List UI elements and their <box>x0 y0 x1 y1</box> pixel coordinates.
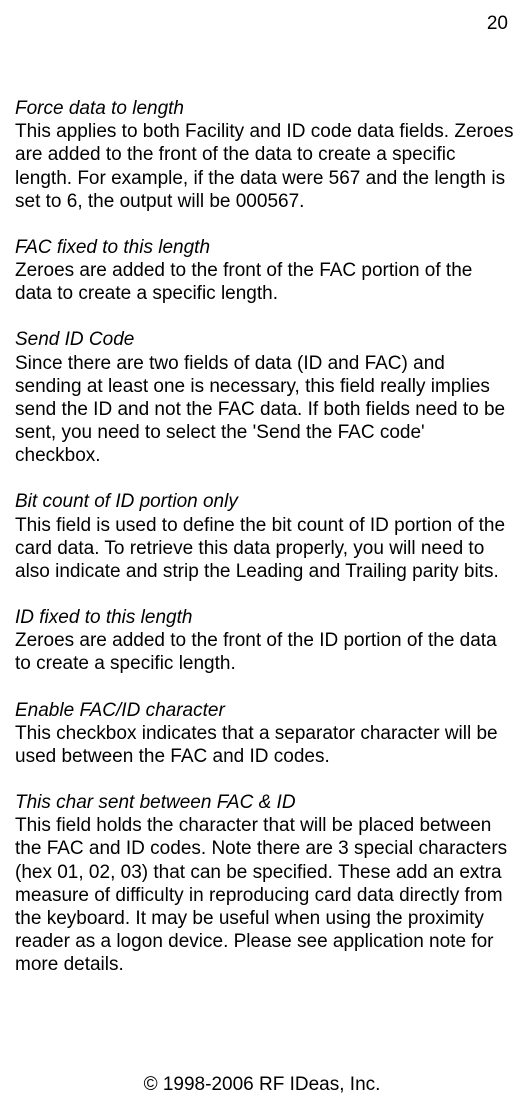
section-force-data-to-length: Force data to length This applies to bot… <box>15 97 514 213</box>
section-heading: FAC fixed to this length <box>15 236 514 259</box>
section-char-between-fac-id: This char sent between FAC & ID This fie… <box>15 791 514 976</box>
section-heading: Force data to length <box>15 97 514 120</box>
section-heading: Bit count of ID portion only <box>15 490 514 513</box>
document-content: Force data to length This applies to bot… <box>15 97 514 977</box>
section-body: This field holds the character that will… <box>15 814 514 976</box>
page-number: 20 <box>487 12 508 35</box>
section-body: This applies to both Facility and ID cod… <box>15 120 514 213</box>
section-fac-fixed-length: FAC fixed to this length Zeroes are adde… <box>15 236 514 306</box>
section-bit-count-id: Bit count of ID portion only This field … <box>15 490 514 583</box>
copyright-footer: © 1998-2006 RF IDeas, Inc. <box>0 1073 524 1096</box>
section-body: This field is used to define the bit cou… <box>15 514 514 584</box>
section-heading: This char sent between FAC & ID <box>15 791 514 814</box>
section-send-id-code: Send ID Code Since there are two fields … <box>15 328 514 467</box>
section-body: Zeroes are added to the front of the ID … <box>15 629 514 675</box>
section-body: Since there are two fields of data (ID a… <box>15 352 514 468</box>
section-body: Zeroes are added to the front of the FAC… <box>15 259 514 305</box>
section-id-fixed-length: ID fixed to this length Zeroes are added… <box>15 606 514 676</box>
section-heading: Send ID Code <box>15 328 514 351</box>
section-heading: ID fixed to this length <box>15 606 514 629</box>
section-body: This checkbox indicates that a separator… <box>15 722 514 768</box>
section-enable-fac-id-char: Enable FAC/ID character This checkbox in… <box>15 699 514 769</box>
section-heading: Enable FAC/ID character <box>15 699 514 722</box>
